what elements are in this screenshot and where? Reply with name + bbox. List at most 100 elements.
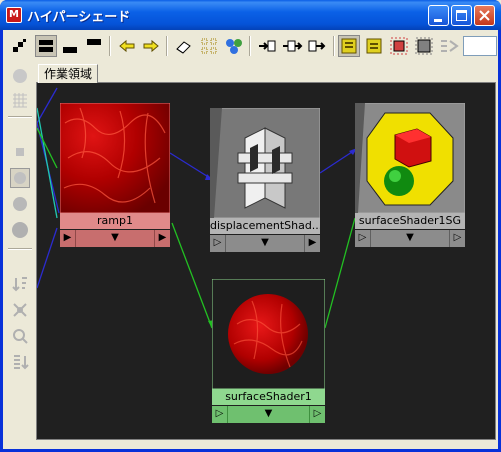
left-tool-button-2[interactable] [10,90,30,110]
wire-ramp-to-surface-shader [171,222,213,329]
minimize-icon [434,19,442,22]
output-port-icon[interactable]: ▶ [304,235,320,252]
graph-editor-canvas[interactable]: ramp1 ▶ ▼ ▶ displacementShad... ▷ ▼ ▶ su… [36,82,496,440]
node-expand-icon[interactable]: ▼ [371,230,449,247]
wire-offscreen-blue-2 [37,87,58,124]
graph-materials-button[interactable] [223,35,245,57]
node-display-icon [366,38,382,54]
window-title: ハイパーシェード [27,10,131,25]
left-tool-button-4[interactable] [10,168,30,188]
node-surface-shader1-label: surfaceShader1 [212,389,325,405]
node-surface-shader1-sg[interactable]: surfaceShader1SG ▷ ▼ ▷ [355,103,465,249]
small-square-icon [16,148,24,156]
left-tool-strip [6,62,34,447]
wire-displacement-to-sg [319,149,356,174]
extra-toggle-button[interactable] [438,35,460,57]
swatch-display-icon [341,38,357,54]
left-tool-button-9[interactable] [10,326,30,346]
output-port-icon[interactable]: ▷ [309,406,325,423]
node-ramp1-label: ramp1 [60,213,170,229]
maximize-button[interactable] [451,5,472,26]
output-connections-icon [308,40,326,52]
output-port-icon[interactable]: ▷ [449,230,465,247]
node-surface-shader1[interactable]: surfaceShader1 ▷ ▼ ▷ [212,279,325,425]
magnifier-icon [13,329,28,344]
rearrange-graph-button[interactable] [198,35,220,57]
input-connections-button[interactable] [256,35,278,57]
node-display-button[interactable] [363,35,385,57]
input-port-icon[interactable]: ▶ [60,230,76,247]
left-tool-button-1[interactable] [10,66,30,86]
show-bottom-tabs-icon [63,47,77,53]
hide-unselected-button[interactable] [388,35,410,57]
left-tool-button-8[interactable] [10,300,30,320]
input-output-connections-icon [283,40,303,52]
node-displacement-label: displacementShad... [210,218,320,234]
show-top-and-bottom-tabs-button[interactable] [83,35,105,57]
sort-icon [12,277,27,292]
wire-offscreen-blue-3 [37,227,58,289]
input-port-icon[interactable]: ▷ [210,235,226,252]
previous-graph-button[interactable] [116,35,138,57]
sphere-icon [14,172,26,184]
minimize-button[interactable] [428,5,449,26]
sphere-icon [13,69,27,83]
sphere-icon [12,222,28,238]
window-client-area: 作業領域 ramp1 ▶ ▼ ▶ displacementShad... ▷ ▼… [3,30,498,449]
output-port-icon[interactable]: ▶ [154,230,170,247]
wire-ramp-to-displacement [169,152,211,179]
toolbar-input-field[interactable] [463,36,497,56]
layout-icon [13,39,26,52]
extra-toggle-icon [441,40,459,52]
ramp-texture-swatch [60,103,170,213]
layout-button[interactable] [8,35,30,57]
graph-materials-icon [226,39,242,54]
node-ramp1[interactable]: ramp1 ▶ ▼ ▶ [60,103,170,249]
clear-graph-icon [176,41,191,54]
left-tool-button-6[interactable] [10,220,30,240]
wire-surface-shader-to-sg [324,217,356,329]
input-port-icon[interactable]: ▷ [212,406,228,423]
sphere-icon [13,197,27,211]
grid-icon [13,93,27,108]
close-icon [479,10,490,21]
show-swatches-button[interactable] [413,35,435,57]
show-top-tabs-icon [39,40,53,52]
surface-shader-swatch [212,279,325,389]
tab-work-area[interactable]: 作業領域 [38,64,98,83]
displacement-swatch [210,108,320,218]
next-graph-icon [143,39,159,53]
input-connections-icon [259,40,276,52]
node-displacement-shader[interactable]: displacementShad... ▷ ▼ ▶ [210,108,320,254]
previous-graph-icon [119,39,135,53]
input-output-connections-button[interactable] [281,35,303,57]
list-sort-icon [14,355,29,370]
close-button[interactable] [474,5,495,26]
show-top-and-bottom-tabs-icon [87,39,101,45]
hypershade-window: M ハイパーシェード 作業領域 ramp1 ▶ ▼ ▶ displacement… [0,0,501,452]
left-tool-button-5[interactable] [10,194,30,214]
maya-app-icon[interactable]: M [6,7,22,23]
settings-icon [13,303,27,317]
left-tool-button-10[interactable] [10,352,30,372]
show-swatches-icon [415,37,433,55]
shading-group-swatch [355,103,465,213]
maximize-icon [456,10,467,21]
left-tool-button-3[interactable] [10,142,30,162]
input-port-icon[interactable]: ▷ [355,230,371,247]
node-sg-label: surfaceShader1SG [355,213,465,229]
node-expand-icon[interactable]: ▼ [76,230,154,247]
title-bar[interactable]: M ハイパーシェード [0,0,501,30]
hide-unselected-icon [390,37,408,55]
output-connections-button[interactable] [306,35,328,57]
left-tool-button-7[interactable] [10,274,30,294]
next-graph-button[interactable] [140,35,162,57]
node-expand-icon[interactable]: ▼ [228,406,309,423]
show-top-tabs-button[interactable] [35,35,57,57]
clear-graph-button[interactable] [173,35,195,57]
rearrange-graph-icon [201,38,217,54]
swatch-display-button[interactable] [338,35,360,57]
hypershade-toolbar [3,32,498,60]
node-expand-icon[interactable]: ▼ [226,235,304,252]
show-bottom-tabs-button[interactable] [59,35,81,57]
